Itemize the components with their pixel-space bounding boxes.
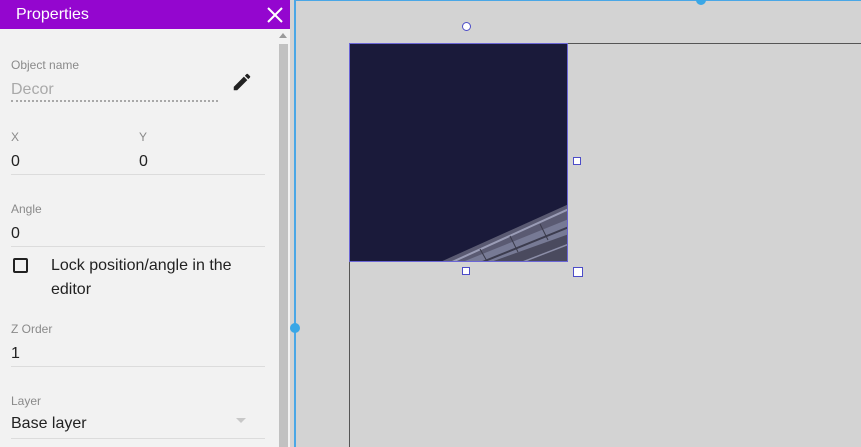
- layer-select[interactable]: Base layer: [11, 415, 87, 433]
- angle-label: Angle: [11, 202, 42, 216]
- object-name-underline: [11, 100, 218, 102]
- properties-panel: Properties Object name Decor X 0 Y 0 Ang…: [0, 0, 290, 447]
- selection-handle-bottom-right[interactable]: [573, 267, 583, 277]
- angle-input[interactable]: 0: [11, 225, 20, 243]
- layer-divider: [11, 438, 265, 439]
- y-input[interactable]: 0: [139, 153, 148, 171]
- panel-header: Properties: [0, 0, 290, 29]
- scroll-up-icon[interactable]: [279, 33, 287, 38]
- selection-handle-right[interactable]: [573, 157, 581, 165]
- rotation-handle[interactable]: [462, 22, 471, 31]
- close-button[interactable]: [265, 5, 285, 25]
- viewport-resize-handle-top[interactable]: [696, 0, 706, 5]
- z-order-divider: [11, 366, 265, 367]
- decor-sprite[interactable]: [349, 43, 568, 262]
- xy-divider: [11, 174, 265, 175]
- x-label: X: [11, 130, 20, 144]
- close-icon: [265, 5, 285, 25]
- z-order-input[interactable]: 1: [11, 345, 20, 363]
- lock-checkbox[interactable]: [13, 258, 28, 273]
- viewport-resize-handle-left[interactable]: [290, 323, 300, 333]
- viewport-top-border: [294, 0, 861, 1]
- layer-label: Layer: [11, 394, 42, 408]
- stone-wall-texture: [442, 204, 567, 261]
- object-name-label: Object name: [11, 58, 80, 72]
- y-label: Y: [139, 130, 148, 144]
- chevron-down-icon[interactable]: [236, 418, 246, 423]
- scrollbar-thumb[interactable]: [279, 44, 288, 447]
- object-name-input[interactable]: Decor: [11, 81, 54, 99]
- viewport-left-border: [294, 0, 296, 447]
- selection-handle-bottom[interactable]: [462, 267, 470, 275]
- angle-divider: [11, 246, 265, 247]
- lock-checkbox-label[interactable]: Lock position/angle in the editor: [51, 254, 271, 302]
- pencil-icon: [231, 73, 253, 97]
- z-order-label: Z Order: [11, 322, 53, 336]
- edit-name-button[interactable]: [231, 71, 253, 93]
- x-input[interactable]: 0: [11, 153, 20, 171]
- panel-title: Properties: [16, 6, 89, 23]
